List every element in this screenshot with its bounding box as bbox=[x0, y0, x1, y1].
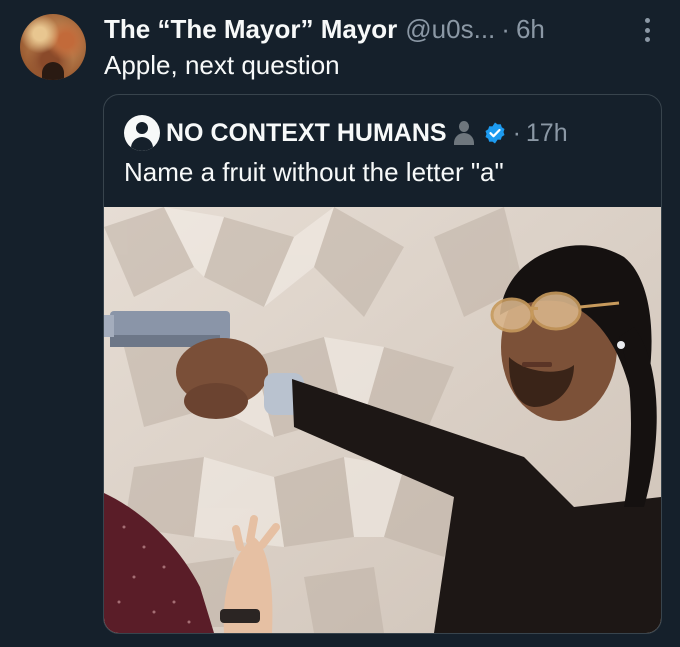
author-handle[interactable]: @u0s... bbox=[405, 14, 495, 45]
author-avatar[interactable] bbox=[20, 14, 86, 80]
more-options-icon[interactable] bbox=[644, 18, 650, 42]
quoted-tweet-header: NO CONTEXT HUMANS · 17h bbox=[124, 115, 568, 151]
tweet-timestamp[interactable]: 6h bbox=[516, 14, 545, 45]
quoted-tweet-card[interactable]: NO CONTEXT HUMANS · 17h Name a fruit wit… bbox=[103, 94, 662, 634]
quoted-tweet-text: Name a fruit without the letter "a" bbox=[124, 157, 504, 187]
quoted-separator-dot: · bbox=[512, 118, 521, 147]
quoted-media-photo[interactable] bbox=[104, 207, 661, 633]
quoted-tweet-timestamp[interactable]: 17h bbox=[526, 119, 568, 148]
quoted-author-display-name[interactable]: NO CONTEXT HUMANS bbox=[166, 119, 447, 148]
verified-badge-icon bbox=[483, 121, 507, 145]
separator-dot: · bbox=[501, 13, 510, 44]
avatar-figure bbox=[42, 62, 64, 80]
tweet-header: The “The Mayor” Mayor @u0s... · 6h bbox=[104, 14, 660, 44]
bust-in-silhouette-icon bbox=[453, 121, 475, 145]
quoted-author-avatar[interactable] bbox=[124, 115, 160, 151]
tweet-text: Apple, next question bbox=[104, 50, 340, 80]
author-display-name[interactable]: The “The Mayor” Mayor bbox=[104, 14, 397, 45]
